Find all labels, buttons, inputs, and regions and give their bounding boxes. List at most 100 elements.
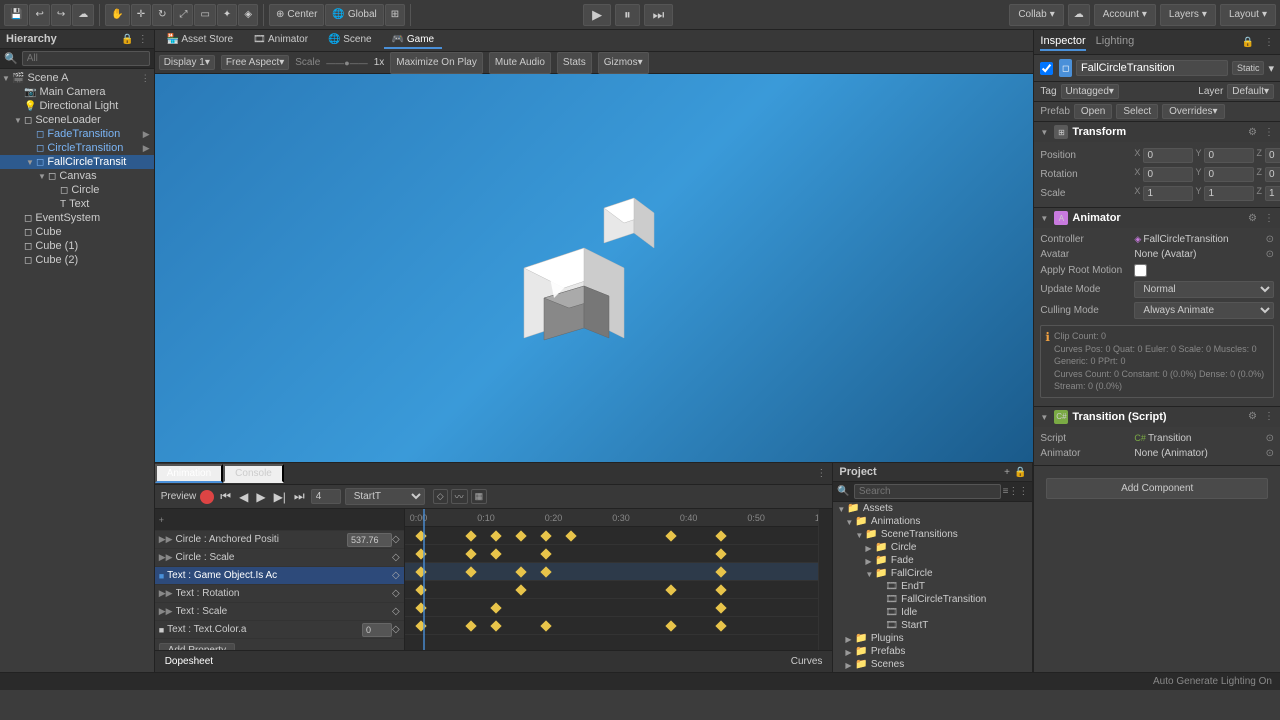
tab-animator[interactable]: 🎞 Animator: [245, 32, 316, 49]
transform-component-header[interactable]: ⊞ Transform ⚙ ⋮: [1034, 122, 1280, 142]
animator-ref-pick-button[interactable]: ⊙: [1266, 448, 1274, 459]
pause-button[interactable]: ⏸: [615, 4, 640, 26]
hierarchy-item-dir-light[interactable]: 💡 Directional Light: [0, 99, 154, 113]
track-key-button[interactable]: ◇: [392, 606, 400, 617]
keyframe[interactable]: [665, 620, 676, 631]
hierarchy-item-fadetransition[interactable]: ◻ FadeTransition ▶: [0, 127, 154, 141]
keyframe[interactable]: [540, 566, 551, 577]
animation-timeline[interactable]: 0:00 0:10 0:20 0:30 0:40 0:50 1:00: [405, 509, 833, 650]
inspector-tab-main[interactable]: Inspector: [1040, 33, 1085, 51]
keyframe[interactable]: [490, 602, 501, 613]
pos-y-input[interactable]: [1204, 148, 1254, 163]
account-button[interactable]: Account▾: [1094, 4, 1156, 26]
scene-options-icon[interactable]: ⋮: [141, 73, 150, 84]
hierarchy-item-canvas[interactable]: ◻ Canvas: [0, 169, 154, 183]
select-button[interactable]: Select: [1116, 104, 1158, 119]
transition-component-header[interactable]: C# Transition (Script) ⚙ ⋮: [1034, 407, 1280, 427]
project-item-scenetransitions[interactable]: 📁 SceneTransitions: [833, 528, 1032, 541]
rect-tool[interactable]: ▭: [194, 4, 215, 26]
clip-dropdown[interactable]: StartT: [345, 488, 425, 505]
keyframe[interactable]: [490, 620, 501, 631]
update-mode-dropdown[interactable]: Normal: [1134, 281, 1274, 298]
hierarchy-lock-icon[interactable]: 🔒: [121, 34, 133, 45]
project-item-fade[interactable]: 📁 Fade: [833, 554, 1032, 567]
track-key-button[interactable]: ◇: [392, 570, 400, 581]
project-options-icon[interactable]: ⋮⋮: [1008, 486, 1028, 497]
layer-dropdown[interactable]: Default▾: [1227, 84, 1274, 99]
keyframe[interactable]: [540, 620, 551, 631]
hierarchy-item-text[interactable]: T Text: [0, 197, 154, 211]
anim-last-button[interactable]: ⏭: [292, 489, 307, 504]
track-circle-anchored[interactable]: ▶▶ Circle : Anchored Positi ◇: [155, 531, 404, 549]
inspector-tab-lighting[interactable]: Lighting: [1096, 33, 1135, 51]
animator-settings-icon[interactable]: ⚙: [1248, 213, 1257, 224]
display-dropdown[interactable]: Display 1▾: [159, 55, 215, 70]
hierarchy-item-main-camera[interactable]: 📷 Main Camera: [0, 85, 154, 99]
tab-animation[interactable]: Animation: [155, 464, 223, 483]
curves-tab[interactable]: Curves: [791, 656, 823, 667]
rot-x-input[interactable]: [1143, 167, 1193, 182]
scale-x-input[interactable]: [1143, 186, 1193, 201]
frame-input[interactable]: [311, 489, 341, 504]
hierarchy-item-cube1[interactable]: ◻ Cube (1): [0, 239, 154, 253]
aspect-dropdown[interactable]: Free Aspect▾: [221, 55, 289, 70]
track-circle-scale[interactable]: ▶▶ Circle : Scale ◇: [155, 549, 404, 567]
project-item-circle[interactable]: 📁 Circle: [833, 541, 1032, 554]
keyframe[interactable]: [465, 566, 476, 577]
project-item-prefabs[interactable]: 📁 Prefabs: [833, 645, 1032, 658]
culling-mode-dropdown[interactable]: Always Animate: [1134, 302, 1274, 319]
tag-dropdown[interactable]: Untagged▾: [1061, 84, 1119, 99]
track-key-button[interactable]: ◇: [392, 588, 400, 599]
scale-z-input[interactable]: [1265, 186, 1280, 201]
hierarchy-item-eventsystem[interactable]: ◻ EventSystem: [0, 211, 154, 225]
project-item-plugins[interactable]: 📁 Plugins: [833, 632, 1032, 645]
add-property-button[interactable]: Add Property: [159, 643, 235, 650]
hierarchy-item-circle[interactable]: ◻ Circle: [0, 183, 154, 197]
project-search-input[interactable]: [854, 484, 1001, 499]
track-value-input2[interactable]: [362, 623, 392, 637]
keyframe[interactable]: [515, 584, 526, 595]
keyframe[interactable]: [490, 548, 501, 559]
hierarchy-item-fallcircletransit[interactable]: ◻ FallCircleTransit: [0, 155, 154, 169]
track-key-button[interactable]: ◇: [392, 552, 400, 563]
dopesheet-tab[interactable]: Dopesheet: [165, 656, 213, 667]
keyframe[interactable]: [490, 530, 501, 541]
project-item-scenes[interactable]: 📁 Scenes: [833, 658, 1032, 671]
move-tool[interactable]: ✛: [131, 4, 151, 26]
keyframe[interactable]: [465, 620, 476, 631]
record-button[interactable]: [200, 490, 214, 504]
avatar-pick-button[interactable]: ⊙: [1266, 249, 1274, 260]
open-button[interactable]: Open: [1074, 104, 1112, 119]
project-item-startt[interactable]: 🎞 StartT: [833, 619, 1032, 632]
track-value-input[interactable]: [347, 533, 392, 547]
obj-name-input[interactable]: [1076, 60, 1228, 76]
rot-z-input[interactable]: [1265, 167, 1280, 182]
tab-game[interactable]: 🎮 Game: [384, 32, 442, 49]
layers-button[interactable]: Layers▾: [1160, 4, 1216, 26]
keyframe[interactable]: [540, 530, 551, 541]
keyframe[interactable]: [715, 530, 726, 541]
undo-button[interactable]: ↩: [29, 4, 49, 26]
keyframe[interactable]: [665, 584, 676, 595]
multi-tool[interactable]: ✦: [217, 4, 237, 26]
stats-btn[interactable]: Stats: [557, 52, 592, 74]
track-text-scale[interactable]: ▶▶ Text : Scale ◇: [155, 603, 404, 621]
hand-tool[interactable]: ✋: [105, 4, 129, 26]
hierarchy-item-cube[interactable]: ◻ Cube: [0, 225, 154, 239]
anim-first-button[interactable]: ⏮: [218, 489, 233, 504]
transform-more-icon[interactable]: ⋮: [1264, 127, 1274, 138]
script-pick-button[interactable]: ⊙: [1266, 433, 1274, 444]
keyframe[interactable]: [665, 530, 676, 541]
project-item-idle[interactable]: 🎞 Idle: [833, 606, 1032, 619]
hierarchy-item-circletransition[interactable]: ◻ CircleTransition ▶: [0, 141, 154, 155]
tab-scene[interactable]: 🌐 Scene: [320, 32, 380, 49]
layout-button[interactable]: Layout▾: [1220, 4, 1276, 26]
project-item-fallcircletransition[interactable]: 🎞 FallCircleTransition: [833, 593, 1032, 606]
keyframe[interactable]: [465, 530, 476, 541]
static-button[interactable]: Static: [1232, 61, 1265, 75]
inspector-more-icon[interactable]: ⋮: [1264, 37, 1274, 48]
project-item-scripts[interactable]: 📁 Scripts: [833, 671, 1032, 672]
track-text-isactive[interactable]: ■ Text : Game Object.Is Ac ◇: [155, 567, 404, 585]
panel-options-icon[interactable]: ⋮: [816, 468, 832, 479]
track-key-button[interactable]: ◇: [392, 624, 400, 635]
